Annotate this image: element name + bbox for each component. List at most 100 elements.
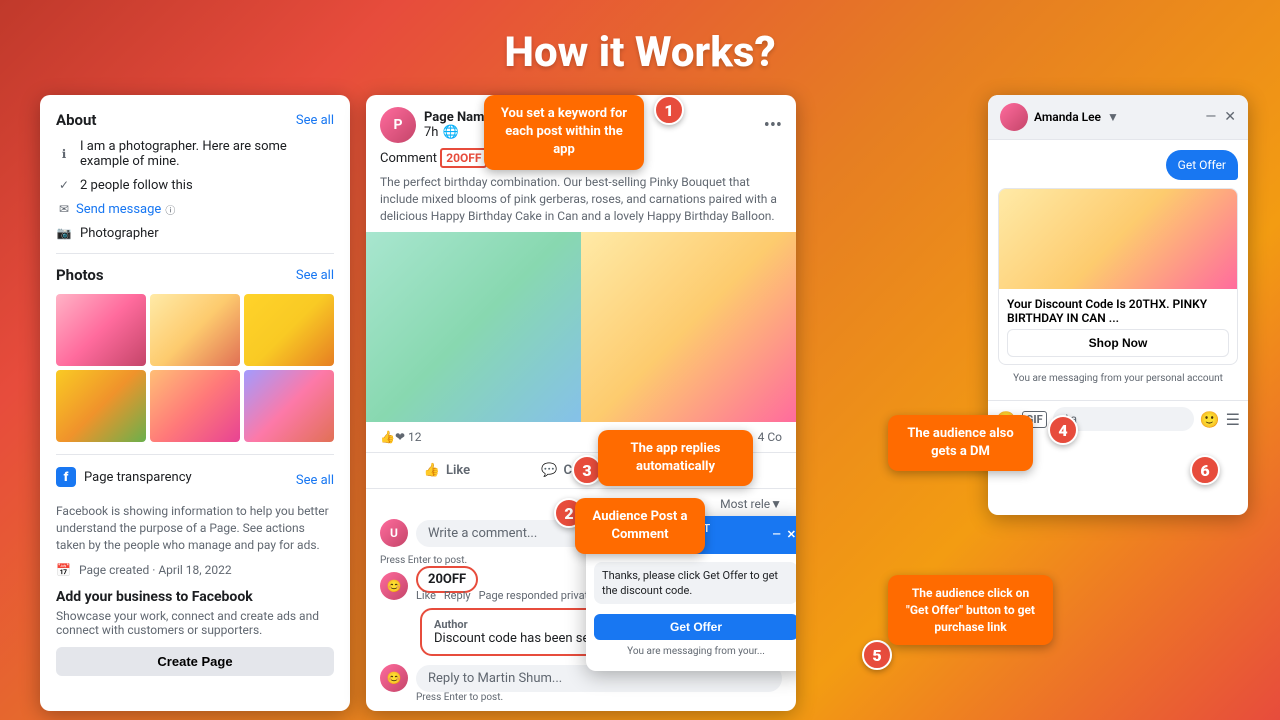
post-image bbox=[366, 232, 796, 422]
like-icon: 👍 bbox=[424, 463, 440, 478]
about-see-all[interactable]: See all bbox=[296, 113, 334, 128]
page-created-row: 📅 Page created · April 18, 2022 bbox=[56, 563, 334, 577]
step-badge-1: 1 bbox=[654, 95, 684, 125]
photo-4[interactable] bbox=[56, 370, 146, 442]
post-options-icon[interactable]: ••• bbox=[764, 115, 782, 136]
reactions-count: 👍❤ 12 bbox=[380, 430, 421, 444]
step-1-number: 1 bbox=[664, 101, 673, 120]
dm-get-offer-bubble: Get Offer bbox=[1166, 150, 1238, 180]
like-button[interactable]: 👍 Like bbox=[380, 457, 514, 484]
photo-1[interactable] bbox=[56, 294, 146, 366]
post-author: P Page Name 7h 🌐 bbox=[380, 107, 491, 143]
photo-2[interactable] bbox=[150, 294, 240, 366]
transparency-description: Facebook is showing information to help … bbox=[56, 503, 334, 553]
fb-logo: f bbox=[56, 467, 76, 487]
callout-3-text: The app replies automatically bbox=[631, 441, 721, 474]
like-reply-link[interactable]: Like bbox=[416, 589, 436, 602]
callout-2: Audience Post a Comment bbox=[575, 498, 705, 554]
user-avatar-small: U bbox=[380, 519, 408, 547]
comment-icon: 💬 bbox=[541, 463, 557, 478]
photographer-row: 📷 Photographer bbox=[56, 225, 334, 241]
step-3-number: 3 bbox=[582, 461, 591, 480]
callout-5-text: The audience click on "Get Offer" button… bbox=[906, 586, 1035, 634]
author-avatar: P bbox=[380, 107, 416, 143]
facebook-post-panel: P Page Name 7h 🌐 ••• Comment 20OFF to ge… bbox=[366, 95, 796, 711]
dm-product-image bbox=[999, 189, 1237, 289]
message-icon: ✉ bbox=[56, 201, 72, 217]
photo-5[interactable] bbox=[150, 370, 240, 442]
chat-close-icon[interactable]: ✕ bbox=[787, 528, 796, 541]
post-time: 7h 🌐 bbox=[424, 125, 491, 140]
step-2-number: 2 bbox=[564, 504, 573, 523]
about-item-1: ℹ I am a photographer. Here are some exa… bbox=[56, 139, 334, 169]
photo-grid bbox=[56, 294, 334, 442]
author-name: Page Name bbox=[424, 110, 491, 125]
dm-emoji-picker-icon[interactable]: 🙂 bbox=[1200, 410, 1220, 429]
send-message-row[interactable]: ✉ Send message ⓘ bbox=[56, 201, 334, 217]
dm-body: Get Offer Your Discount Code Is 20THX. P… bbox=[988, 140, 1248, 400]
callout-4-text: The audience also gets a DM bbox=[907, 426, 1013, 459]
callout-4: The audience also gets a DM bbox=[888, 415, 1033, 471]
martin-avatar: 😊 bbox=[380, 664, 408, 692]
photos-see-all[interactable]: See all bbox=[296, 268, 334, 283]
dm-header: Amanda Lee ▼ — ✕ bbox=[988, 95, 1248, 140]
post-image-right bbox=[581, 232, 796, 422]
dm-dropdown-icon[interactable]: ▼ bbox=[1107, 110, 1119, 124]
dm-get-offer-text: Get Offer bbox=[1178, 158, 1226, 172]
commenter-avatar: 😊 bbox=[380, 572, 408, 600]
photographer-label: Photographer bbox=[80, 226, 159, 241]
photo-3[interactable] bbox=[244, 294, 334, 366]
callout-1-text: You set a keyword for each post within t… bbox=[501, 106, 627, 157]
camera-icon: 📷 bbox=[56, 225, 72, 241]
post-description: The perfect birthday combination. Our be… bbox=[366, 174, 796, 232]
callout-3: The app replies automatically bbox=[598, 430, 753, 486]
page-transparency-row: f Page transparency bbox=[56, 467, 192, 487]
photos-title: Photos bbox=[56, 266, 104, 284]
callout-1: You set a keyword for each post within t… bbox=[484, 95, 644, 170]
about-text-2: 2 people follow this bbox=[80, 178, 193, 193]
photo-6[interactable] bbox=[244, 370, 334, 442]
dm-more-icon[interactable]: ☰ bbox=[1226, 410, 1240, 429]
transparency-see-all[interactable]: See all bbox=[296, 473, 334, 488]
about-title: About bbox=[56, 111, 96, 129]
dm-product-card: Your Discount Code Is 20THX. PINKY BIRTH… bbox=[998, 188, 1238, 365]
dm-recipient-info: Amanda Lee ▼ bbox=[1000, 103, 1119, 131]
dm-shop-button[interactable]: Shop Now bbox=[1007, 329, 1229, 357]
create-page-button[interactable]: Create Page bbox=[56, 647, 334, 676]
step-5-number: 5 bbox=[872, 646, 881, 665]
page-responded: Page responded privately bbox=[479, 589, 602, 602]
dm-product-title: Your Discount Code Is 20THX. PINKY BIRTH… bbox=[1007, 297, 1229, 325]
dm-you-message: You are messaging from your personal acc… bbox=[998, 373, 1238, 384]
dm-close-icon[interactable]: ✕ bbox=[1224, 109, 1236, 125]
add-business-desc: Showcase your work, connect and create a… bbox=[56, 609, 334, 637]
reply-link[interactable]: Reply bbox=[444, 589, 471, 602]
comment-text: Comment bbox=[380, 151, 437, 166]
callout-2-text: Audience Post a Comment bbox=[593, 509, 688, 542]
sort-label: Most rele bbox=[720, 497, 770, 511]
post-keyword: 20OFF bbox=[440, 148, 487, 168]
dm-minimize-icon[interactable]: — bbox=[1205, 109, 1216, 125]
globe-icon: 🌐 bbox=[442, 125, 458, 140]
chat-reply-message: Thanks, please click Get Offer to get th… bbox=[594, 562, 796, 605]
chat-minimize-icon[interactable]: — bbox=[772, 528, 780, 541]
chat-controls: — ✕ bbox=[772, 528, 796, 541]
chat-get-offer-button[interactable]: Get Offer bbox=[594, 614, 796, 640]
dm-avatar bbox=[1000, 103, 1028, 131]
about-item-2: ✓ 2 people follow this bbox=[56, 177, 334, 193]
callout-5: The audience click on "Get Offer" button… bbox=[888, 575, 1053, 645]
step-6-number: 6 bbox=[1200, 461, 1209, 480]
post-time-text: 7h bbox=[424, 125, 438, 140]
dm-product-info: Your Discount Code Is 20THX. PINKY BIRTH… bbox=[999, 289, 1237, 365]
reply-press-enter: Press Enter to post. bbox=[416, 692, 782, 703]
chat-from-text: You are messaging from your... bbox=[594, 646, 796, 657]
comments-count: 4 Co bbox=[758, 430, 782, 444]
calendar-icon: 📅 bbox=[56, 563, 71, 577]
send-message-label: Send message bbox=[76, 202, 161, 217]
step-4-number: 4 bbox=[1058, 421, 1067, 440]
add-business-title: Add your business to Facebook bbox=[56, 589, 334, 605]
checkmark-icon: ✓ bbox=[56, 177, 72, 193]
about-text-1: I am a photographer. Here are some examp… bbox=[80, 139, 334, 169]
page-title: How it Works? bbox=[0, 0, 1280, 95]
dm-recipient-name: Amanda Lee bbox=[1034, 110, 1101, 124]
post-image-left bbox=[366, 232, 581, 422]
